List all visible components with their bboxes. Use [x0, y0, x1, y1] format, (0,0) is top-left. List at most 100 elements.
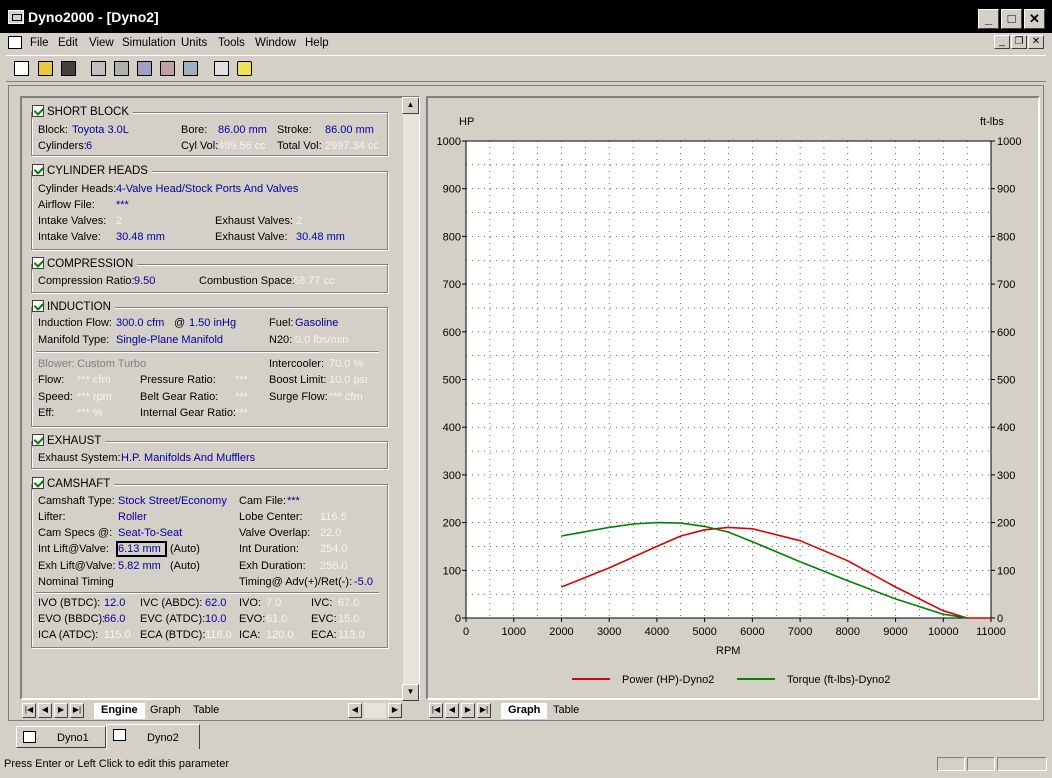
- doc-tab-dyno2[interactable]: Dyno2: [106, 724, 200, 749]
- calc-icon: [114, 61, 129, 76]
- exhaust-checkbox[interactable]: [32, 434, 44, 446]
- blower-value[interactable]: Custom Turbo: [77, 358, 146, 370]
- cam-file-value[interactable]: ***: [287, 495, 300, 507]
- cylinder-heads-header[interactable]: CYLINDER HEADS: [32, 164, 152, 178]
- print-button[interactable]: [210, 57, 232, 79]
- tab-engine[interactable]: Engine: [94, 703, 145, 719]
- graph-tab-next-button[interactable]: ▶: [461, 703, 475, 718]
- doc-tab-dyno1[interactable]: Dyno1: [16, 726, 106, 748]
- tab-prev-button[interactable]: ◀: [38, 703, 52, 718]
- y-left-tick-label: 0: [455, 613, 461, 625]
- engine-scrollbar[interactable]: [402, 97, 419, 700]
- hscroll-track[interactable]: [364, 703, 386, 718]
- scroll-up-button[interactable]: ▲: [402, 97, 419, 114]
- document-icon: [113, 729, 126, 741]
- tab-graph[interactable]: Graph: [143, 703, 188, 719]
- y-right-tick-label: 1000: [997, 136, 1021, 148]
- induction-checkbox[interactable]: [32, 300, 44, 312]
- document-icon[interactable]: [8, 36, 22, 49]
- menu-window[interactable]: Window: [255, 35, 296, 51]
- compression-header[interactable]: COMPRESSION: [32, 257, 138, 271]
- calc-button[interactable]: [110, 57, 132, 79]
- child-close-button[interactable]: ✕: [1028, 35, 1044, 49]
- compression-checkbox[interactable]: [32, 257, 44, 269]
- evo-bbdc-value[interactable]: 66.0: [104, 613, 125, 625]
- lifter-value[interactable]: Roller: [118, 511, 147, 523]
- graph-tab-first-button[interactable]: |◀: [429, 703, 443, 718]
- child-minimize-button[interactable]: _: [994, 35, 1010, 49]
- induction-header[interactable]: INDUCTION: [32, 300, 115, 314]
- block-value[interactable]: Toyota 3.0L: [72, 124, 129, 136]
- tab-table[interactable]: Table: [186, 703, 226, 719]
- child-restore-button[interactable]: ❐: [1011, 35, 1027, 49]
- cylinder-heads-checkbox[interactable]: [32, 164, 44, 176]
- exhaust-valve-value[interactable]: 30.48 mm: [296, 231, 345, 243]
- y-left-tick-label: 300: [443, 470, 461, 482]
- legend-power-label: Power (HP)-Dyno2: [622, 674, 714, 686]
- induction-flow-value[interactable]: 300.0 cfm: [116, 317, 164, 329]
- exhaust-header[interactable]: EXHAUST: [32, 434, 106, 448]
- x-tick-label: 8000: [836, 626, 860, 638]
- import-button[interactable]: [156, 57, 178, 79]
- hscroll-left-button[interactable]: ◀: [348, 703, 362, 718]
- help-button[interactable]: [233, 57, 255, 79]
- menu-file[interactable]: File: [30, 35, 49, 51]
- graph-tab-graph[interactable]: Graph: [501, 703, 548, 719]
- exhaust-valves-label: Exhaust Valves:: [215, 215, 294, 227]
- ivc-abdc-value[interactable]: 62.0: [205, 597, 226, 609]
- hscroll-right-button[interactable]: ▶: [388, 703, 402, 718]
- edit-button[interactable]: [133, 57, 155, 79]
- fuel-value[interactable]: Gasoline: [295, 317, 338, 329]
- stroke-value[interactable]: 86.00 mm: [325, 124, 374, 136]
- menu-units[interactable]: Units: [181, 35, 207, 51]
- manifold-value[interactable]: Single-Plane Manifold: [116, 334, 223, 346]
- cylinders-value[interactable]: 6: [86, 140, 92, 152]
- tab-first-button[interactable]: |◀: [22, 703, 36, 718]
- exhaust-system-value[interactable]: H.P. Manifolds And Mufflers: [121, 452, 255, 464]
- save-button[interactable]: [57, 57, 79, 79]
- short-block-header[interactable]: SHORT BLOCK: [32, 105, 134, 119]
- camshaft-checkbox[interactable]: [32, 477, 44, 489]
- induction-at-label: @: [174, 317, 186, 329]
- evc-label: EVC:: [311, 613, 337, 625]
- maximize-button[interactable]: □: [1001, 9, 1022, 29]
- y-right-tick-label: 700: [997, 279, 1015, 291]
- boost-limit-value: 10.0 psi: [329, 374, 368, 386]
- tab-last-button[interactable]: ▶|: [70, 703, 84, 718]
- graph-tab-prev-button[interactable]: ◀: [445, 703, 459, 718]
- menu-edit[interactable]: Edit: [58, 35, 78, 51]
- ivo-btdc-value[interactable]: 12.0: [104, 597, 125, 609]
- exh-lift-value[interactable]: 5.82 mm: [118, 560, 161, 572]
- induction-at-value[interactable]: 1.50 inHg: [189, 317, 236, 329]
- timing-value[interactable]: -5.0: [354, 576, 373, 588]
- short-block-checkbox[interactable]: [32, 105, 44, 117]
- bore-value[interactable]: 86.00 mm: [218, 124, 267, 136]
- close-button[interactable]: ✕: [1024, 9, 1045, 29]
- exh-duration-value: 256.0: [320, 560, 348, 572]
- graph-tab-table[interactable]: Table: [546, 703, 586, 719]
- open-button[interactable]: [34, 57, 56, 79]
- evc-atdc-value[interactable]: 10.0: [205, 613, 226, 625]
- tab-next-button[interactable]: ▶: [54, 703, 68, 718]
- menu-simulation[interactable]: Simulation: [122, 35, 176, 51]
- heads-value[interactable]: 4-Valve Head/Stock Ports And Valves: [116, 183, 298, 195]
- int-lift-value[interactable]: 6.13 mm: [118, 543, 161, 555]
- menu-view[interactable]: View: [89, 35, 114, 51]
- dyno-chart: 0 1000 2000 3000 4000 5000 6000 7000 8000 9000 100…: [437, 136, 1022, 686]
- new-button[interactable]: [10, 57, 32, 79]
- camshaft-header[interactable]: CAMSHAFT: [32, 477, 115, 491]
- cam-specs-value[interactable]: Seat-To-Seat: [118, 527, 182, 539]
- surge-flow-value: *** cfm: [329, 391, 363, 403]
- graph-tab-last-button[interactable]: ▶|: [477, 703, 491, 718]
- menu-tools[interactable]: Tools: [218, 35, 245, 51]
- scroll-down-button[interactable]: ▼: [402, 684, 419, 701]
- airflow-value[interactable]: ***: [116, 199, 129, 211]
- minimize-button[interactable]: _: [978, 9, 999, 29]
- compression-ratio-value[interactable]: 9.50: [134, 275, 155, 287]
- run-button[interactable]: [87, 57, 109, 79]
- app-icon[interactable]: [8, 10, 24, 24]
- menu-help[interactable]: Help: [305, 35, 329, 51]
- intake-valve-value[interactable]: 30.48 mm: [116, 231, 165, 243]
- compare-button[interactable]: [179, 57, 201, 79]
- cam-type-value[interactable]: Stock Street/Economy: [118, 495, 227, 507]
